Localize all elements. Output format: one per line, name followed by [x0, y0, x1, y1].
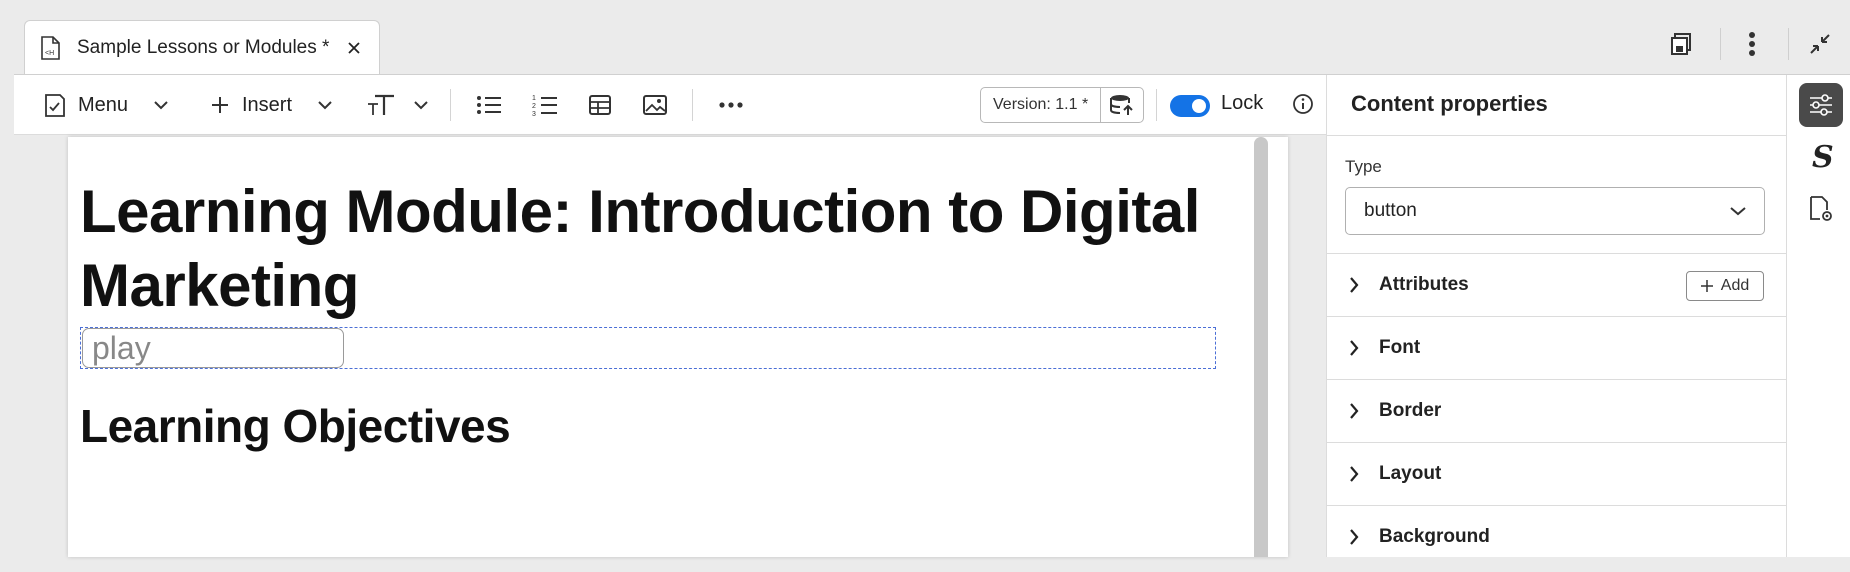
section-label: Background: [1379, 526, 1490, 547]
add-attribute-button[interactable]: Add: [1686, 271, 1764, 301]
add-label: Add: [1720, 277, 1750, 294]
section-border[interactable]: Border: [1327, 379, 1786, 442]
chevron-down-icon[interactable]: [154, 100, 168, 110]
top-divider: [1720, 28, 1721, 60]
lock-label: Lock: [1221, 92, 1264, 114]
panel-divider: [1327, 135, 1786, 136]
svg-text:<H: <H: [45, 50, 54, 57]
type-label: Type: [1345, 157, 1382, 176]
database-upload-icon[interactable]: [1101, 88, 1143, 122]
section-label: Layout: [1379, 463, 1442, 484]
more-vertical-icon[interactable]: [1734, 26, 1770, 62]
sliders-icon[interactable]: [1799, 83, 1843, 127]
section-heading[interactable]: Learning Objectives: [80, 399, 511, 453]
chevron-down-icon: [1730, 206, 1746, 216]
close-icon[interactable]: [343, 37, 365, 59]
version-label[interactable]: Version: 1.1 *: [981, 88, 1102, 122]
table-button[interactable]: [588, 75, 612, 135]
type-select[interactable]: button: [1345, 187, 1765, 235]
section-font[interactable]: Font: [1327, 316, 1786, 379]
section-layout[interactable]: Layout: [1327, 442, 1786, 505]
section-attributes[interactable]: Attributes Add: [1327, 253, 1786, 316]
editor-scrollbar[interactable]: [1254, 137, 1268, 557]
section-label: Border: [1379, 400, 1442, 421]
lock-toggle[interactable]: [1170, 95, 1210, 117]
numbered-list-icon: 1 2 3: [532, 93, 558, 117]
section-background[interactable]: Background: [1327, 505, 1786, 568]
version-control: Version: 1.1 *: [980, 87, 1144, 123]
panel-title: Content properties: [1351, 91, 1548, 116]
text-size-icon: [366, 92, 396, 118]
chevron-right-icon: [1349, 277, 1359, 293]
plus-icon: [210, 95, 230, 115]
text-style-button[interactable]: [366, 75, 428, 135]
insert-label: Insert: [242, 93, 293, 116]
selected-button-element[interactable]: play: [80, 327, 1216, 369]
save-copy-icon[interactable]: [1664, 26, 1700, 62]
numbered-list-button[interactable]: 1 2 3: [532, 75, 558, 135]
section-label: Font: [1379, 337, 1421, 358]
section-label: Attributes: [1379, 274, 1469, 295]
document-file-icon: <H: [39, 35, 61, 60]
image-icon: [642, 94, 668, 116]
chevron-down-icon[interactable]: [318, 100, 332, 110]
editor-window: Menu Insert 1 2 3 Version: 1.1 * Lock Le…: [14, 74, 1850, 557]
tab-title: Sample Lessons or Modules *: [77, 36, 330, 58]
document-title[interactable]: Learning Module: Introduction to Digital…: [80, 175, 1220, 323]
menu-button[interactable]: Menu: [44, 75, 168, 135]
more-horizontal-icon: [718, 101, 744, 109]
more-options-button[interactable]: [718, 75, 744, 135]
style-s-icon[interactable]: S: [1799, 135, 1843, 179]
bullet-list-icon: [476, 94, 502, 116]
toolbar-divider: [450, 89, 451, 121]
insert-button[interactable]: Insert: [210, 75, 332, 135]
table-icon: [588, 94, 612, 116]
svg-text:2: 2: [532, 103, 536, 110]
svg-text:S: S: [1812, 142, 1833, 172]
chevron-right-icon: [1349, 403, 1359, 419]
toolbar-divider: [692, 89, 693, 121]
plus-icon: [1700, 280, 1713, 292]
chevron-right-icon: [1349, 466, 1359, 482]
toolbar-divider: [1156, 89, 1157, 121]
chevron-down-icon[interactable]: [414, 100, 428, 110]
chevron-right-icon: [1349, 529, 1359, 545]
document-settings-icon[interactable]: [1799, 187, 1843, 231]
toggle-knob: [1192, 99, 1206, 113]
document-tab[interactable]: <H Sample Lessons or Modules *: [24, 20, 380, 74]
collapse-icon[interactable]: [1802, 26, 1838, 62]
bullet-list-button[interactable]: [476, 75, 502, 135]
editor-toolbar: Menu Insert 1 2 3 Version: 1.1 * Lock: [14, 75, 1326, 135]
image-button[interactable]: [642, 75, 668, 135]
svg-text:1: 1: [532, 95, 536, 102]
type-value: button: [1364, 200, 1417, 221]
svg-text:3: 3: [532, 111, 536, 117]
chevron-right-icon: [1349, 340, 1359, 356]
top-divider: [1788, 28, 1789, 60]
content-properties-panel: Content properties Type button Attribute…: [1326, 75, 1786, 557]
checklist-icon: [44, 92, 66, 118]
info-icon[interactable]: [1292, 93, 1314, 115]
play-button[interactable]: play: [82, 328, 344, 368]
right-rail: S: [1786, 75, 1850, 557]
menu-label: Menu: [78, 93, 129, 116]
